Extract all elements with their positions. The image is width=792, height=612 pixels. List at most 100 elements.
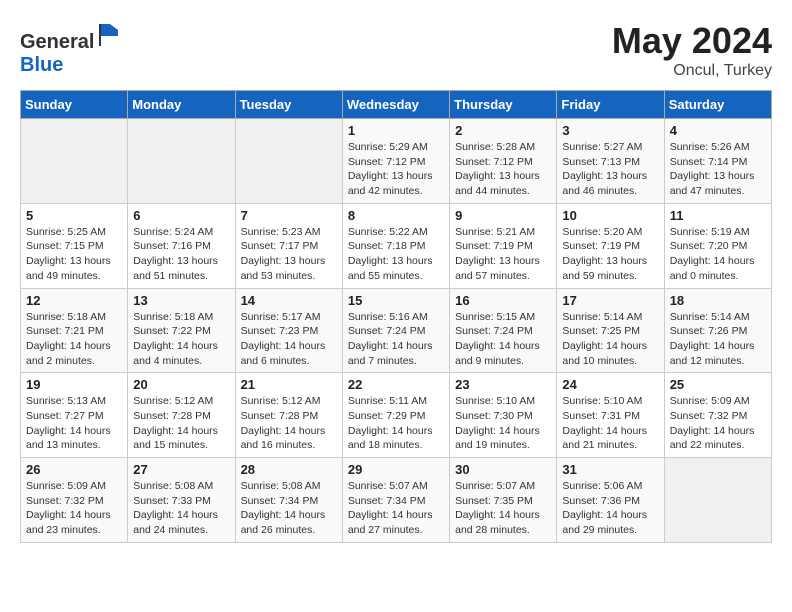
calendar-cell: 31 Sunrise: 5:06 AMSunset: 7:36 PMDayligh… <box>557 458 664 543</box>
day-number: 6 <box>133 208 229 223</box>
day-info: Sunrise: 5:15 AMSunset: 7:24 PMDaylight:… <box>455 310 551 369</box>
calendar-week-row: 26 Sunrise: 5:09 AMSunset: 7:32 PMDayligh… <box>21 458 772 543</box>
calendar-cell: 16 Sunrise: 5:15 AMSunset: 7:24 PMDayligh… <box>450 288 557 373</box>
calendar-cell: 14Sunrise: 5:17 AMSunset: 7:23 PMDayligh… <box>235 288 342 373</box>
day-number: 24 <box>562 377 658 392</box>
calendar-cell: 9 Sunrise: 5:21 AMSunset: 7:19 PMDaylight… <box>450 203 557 288</box>
calendar-cell: 29 Sunrise: 5:07 AMSunset: 7:34 PMDayligh… <box>342 458 449 543</box>
page-header: General Blue May 2024 Oncul, Turkey <box>20 20 772 80</box>
day-number: 7 <box>241 208 337 223</box>
logo-flag-icon <box>96 20 124 48</box>
day-info: Sunrise: 5:24 AMSunset: 7:16 PMDaylight:… <box>133 225 229 284</box>
day-number: 31 <box>562 462 658 477</box>
calendar-cell: 10 Sunrise: 5:20 AMSunset: 7:19 PMDayligh… <box>557 203 664 288</box>
day-number: 28 <box>241 462 337 477</box>
day-number: 18 <box>670 293 766 308</box>
day-number: 9 <box>455 208 551 223</box>
calendar-cell: 8Sunrise: 5:22 AMSunset: 7:18 PMDaylight… <box>342 203 449 288</box>
day-info: Sunrise: 5:09 AMSunset: 7:32 PMDaylight:… <box>26 479 122 538</box>
day-info: Sunrise: 5:29 AMSunset: 7:12 PMDaylight:… <box>348 140 444 199</box>
weekday-header-friday: Friday <box>557 91 664 119</box>
calendar-cell <box>235 119 342 204</box>
calendar-cell: 22Sunrise: 5:11 AMSunset: 7:29 PMDayligh… <box>342 373 449 458</box>
day-number: 20 <box>133 377 229 392</box>
calendar-cell: 18 Sunrise: 5:14 AMSunset: 7:26 PMDayligh… <box>664 288 771 373</box>
calendar-cell: 27Sunrise: 5:08 AMSunset: 7:33 PMDayligh… <box>128 458 235 543</box>
calendar-cell: 30Sunrise: 5:07 AMSunset: 7:35 PMDayligh… <box>450 458 557 543</box>
calendar-cell: 15 Sunrise: 5:16 AMSunset: 7:24 PMDayligh… <box>342 288 449 373</box>
day-number: 16 <box>455 293 551 308</box>
location-subtitle: Oncul, Turkey <box>612 62 772 80</box>
calendar-week-row: 12 Sunrise: 5:18 AMSunset: 7:21 PMDayligh… <box>21 288 772 373</box>
day-number: 25 <box>670 377 766 392</box>
calendar-cell: 28 Sunrise: 5:08 AMSunset: 7:34 PMDayligh… <box>235 458 342 543</box>
day-number: 11 <box>670 208 766 223</box>
day-info: Sunrise: 5:18 AMSunset: 7:22 PMDaylight:… <box>133 310 229 369</box>
calendar-week-row: 19Sunrise: 5:13 AMSunset: 7:27 PMDayligh… <box>21 373 772 458</box>
day-info: Sunrise: 5:22 AMSunset: 7:18 PMDaylight:… <box>348 225 444 284</box>
day-info: Sunrise: 5:18 AMSunset: 7:21 PMDaylight:… <box>26 310 122 369</box>
day-info: Sunrise: 5:12 AMSunset: 7:28 PMDaylight:… <box>133 394 229 453</box>
day-number: 4 <box>670 123 766 138</box>
calendar-cell: 5Sunrise: 5:25 AMSunset: 7:15 PMDaylight… <box>21 203 128 288</box>
day-info: Sunrise: 5:11 AMSunset: 7:29 PMDaylight:… <box>348 394 444 453</box>
day-number: 13 <box>133 293 229 308</box>
weekday-header-sunday: Sunday <box>21 91 128 119</box>
day-info: Sunrise: 5:08 AMSunset: 7:33 PMDaylight:… <box>133 479 229 538</box>
day-number: 21 <box>241 377 337 392</box>
day-number: 1 <box>348 123 444 138</box>
calendar-cell: 12 Sunrise: 5:18 AMSunset: 7:21 PMDayligh… <box>21 288 128 373</box>
day-number: 10 <box>562 208 658 223</box>
calendar-cell: 2Sunrise: 5:28 AMSunset: 7:12 PMDaylight… <box>450 119 557 204</box>
day-info: Sunrise: 5:14 AMSunset: 7:25 PMDaylight:… <box>562 310 658 369</box>
title-block: May 2024 Oncul, Turkey <box>612 20 772 80</box>
month-year-title: May 2024 <box>612 20 772 62</box>
logo-blue: Blue <box>20 54 63 76</box>
day-info: Sunrise: 5:28 AMSunset: 7:12 PMDaylight:… <box>455 140 551 199</box>
weekday-header-row: SundayMondayTuesdayWednesdayThursdayFrid… <box>21 91 772 119</box>
calendar-cell <box>664 458 771 543</box>
day-info: Sunrise: 5:08 AMSunset: 7:34 PMDaylight:… <box>241 479 337 538</box>
calendar-cell: 20 Sunrise: 5:12 AMSunset: 7:28 PMDayligh… <box>128 373 235 458</box>
calendar-cell: 3Sunrise: 5:27 AMSunset: 7:13 PMDaylight… <box>557 119 664 204</box>
day-number: 3 <box>562 123 658 138</box>
calendar-cell: 1 Sunrise: 5:29 AMSunset: 7:12 PMDaylight… <box>342 119 449 204</box>
day-number: 12 <box>26 293 122 308</box>
day-number: 26 <box>26 462 122 477</box>
day-number: 17 <box>562 293 658 308</box>
day-info: Sunrise: 5:14 AMSunset: 7:26 PMDaylight:… <box>670 310 766 369</box>
calendar-cell <box>21 119 128 204</box>
calendar-cell: 4 Sunrise: 5:26 AMSunset: 7:14 PMDaylight… <box>664 119 771 204</box>
day-info: Sunrise: 5:07 AMSunset: 7:34 PMDaylight:… <box>348 479 444 538</box>
calendar-cell: 7Sunrise: 5:23 AMSunset: 7:17 PMDaylight… <box>235 203 342 288</box>
logo-text: General Blue <box>20 20 124 77</box>
day-info: Sunrise: 5:09 AMSunset: 7:32 PMDaylight:… <box>670 394 766 453</box>
day-info: Sunrise: 5:10 AMSunset: 7:31 PMDaylight:… <box>562 394 658 453</box>
calendar-cell: 19Sunrise: 5:13 AMSunset: 7:27 PMDayligh… <box>21 373 128 458</box>
calendar-cell: 24 Sunrise: 5:10 AMSunset: 7:31 PMDayligh… <box>557 373 664 458</box>
day-info: Sunrise: 5:26 AMSunset: 7:14 PMDaylight:… <box>670 140 766 199</box>
day-number: 14 <box>241 293 337 308</box>
day-info: Sunrise: 5:20 AMSunset: 7:19 PMDaylight:… <box>562 225 658 284</box>
calendar-cell: 26 Sunrise: 5:09 AMSunset: 7:32 PMDayligh… <box>21 458 128 543</box>
calendar-cell: 23Sunrise: 5:10 AMSunset: 7:30 PMDayligh… <box>450 373 557 458</box>
calendar-cell <box>128 119 235 204</box>
day-number: 29 <box>348 462 444 477</box>
day-info: Sunrise: 5:06 AMSunset: 7:36 PMDaylight:… <box>562 479 658 538</box>
day-number: 23 <box>455 377 551 392</box>
day-info: Sunrise: 5:19 AMSunset: 7:20 PMDaylight:… <box>670 225 766 284</box>
day-number: 5 <box>26 208 122 223</box>
day-info: Sunrise: 5:16 AMSunset: 7:24 PMDaylight:… <box>348 310 444 369</box>
weekday-header-thursday: Thursday <box>450 91 557 119</box>
day-number: 19 <box>26 377 122 392</box>
logo: General Blue <box>20 20 124 77</box>
calendar-cell: 11 Sunrise: 5:19 AMSunset: 7:20 PMDayligh… <box>664 203 771 288</box>
day-number: 30 <box>455 462 551 477</box>
weekday-header-tuesday: Tuesday <box>235 91 342 119</box>
calendar-cell: 13 Sunrise: 5:18 AMSunset: 7:22 PMDayligh… <box>128 288 235 373</box>
weekday-header-wednesday: Wednesday <box>342 91 449 119</box>
day-info: Sunrise: 5:21 AMSunset: 7:19 PMDaylight:… <box>455 225 551 284</box>
weekday-header-saturday: Saturday <box>664 91 771 119</box>
day-number: 15 <box>348 293 444 308</box>
calendar-table: SundayMondayTuesdayWednesdayThursdayFrid… <box>20 90 772 543</box>
